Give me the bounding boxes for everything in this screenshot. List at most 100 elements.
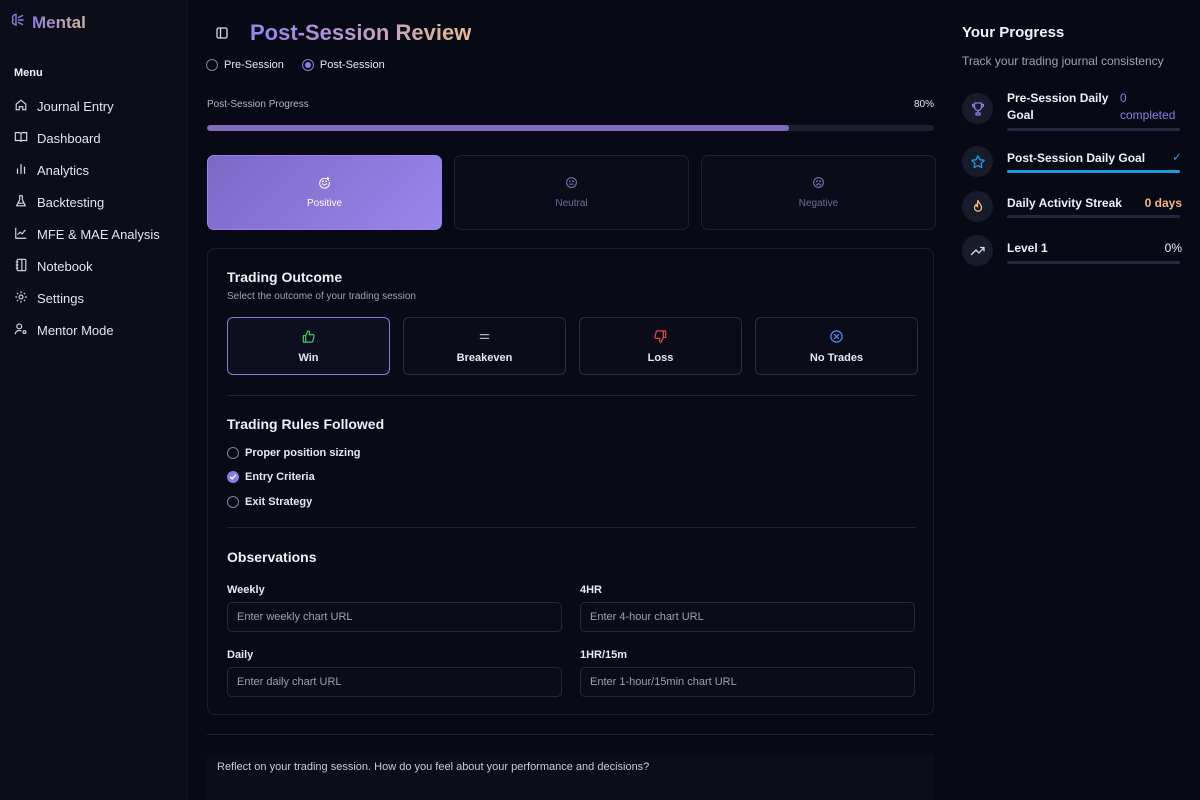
goal-progress-bar (1007, 128, 1180, 131)
equals-icon (477, 329, 492, 347)
meh-icon (565, 176, 578, 192)
rule-exit-strategy-checkbox[interactable]: Exit Strategy (227, 496, 312, 508)
sidebar-item-backtesting[interactable]: Backtesting (0, 186, 188, 218)
mood-negative-button[interactable]: Negative (701, 155, 936, 230)
sidebar-item-label: Settings (37, 290, 84, 306)
sidebar-item-label: MFE & MAE Analysis (37, 226, 160, 242)
frown-icon (812, 176, 825, 192)
sidebar-nav: Journal Entry Dashboard Analytics Backte… (0, 90, 188, 346)
mood-label: Neutral (555, 198, 588, 209)
goal-status: 0 days (1144, 196, 1182, 210)
thumbs-down-icon (653, 329, 668, 347)
sidebar-item-dashboard[interactable]: Dashboard (0, 122, 188, 154)
progress-bar-fill (207, 125, 789, 131)
sidebar-item-label: Mentor Mode (37, 322, 114, 338)
outcome-loss-button[interactable]: Loss (579, 317, 742, 375)
sidebar-item-label: Analytics (37, 162, 90, 178)
daily-chart-url-input[interactable] (227, 667, 562, 697)
mood-neutral-button[interactable]: Neutral (454, 155, 689, 230)
checkbox-unchecked[interactable] (227, 496, 239, 508)
goal-progress-bar (1007, 261, 1180, 264)
progress-label: Post-Session Progress (207, 99, 309, 110)
sidebar-item-mentor-mode[interactable]: Mentor Mode (0, 314, 188, 346)
radio-label: Post-Session (319, 59, 385, 71)
progress-panel-title: Your Progress (962, 24, 1065, 41)
goal-label: Level 1 (1007, 241, 1048, 255)
mood-positive-button[interactable]: Positive (207, 155, 442, 230)
goal-status: 0 completed (1120, 91, 1176, 122)
daily-field-label: Daily (227, 649, 254, 661)
radio-button-on[interactable] (301, 59, 314, 71)
line-chart-icon (14, 226, 28, 243)
section-divider (227, 527, 916, 528)
checkbox-checked[interactable] (227, 471, 239, 483)
sidebar-item-notebook[interactable]: Notebook (0, 250, 188, 282)
outcome-selector: Win Breakeven Loss No Trades (227, 317, 918, 375)
flame-icon (962, 191, 993, 222)
weekly-field-label: Weekly (227, 584, 265, 596)
observations-title: Observations (227, 549, 317, 565)
sidebar-item-journal-entry[interactable]: Journal Entry (0, 90, 188, 122)
review-card: Trading Outcome Select the outcome of yo… (207, 248, 934, 715)
weekly-chart-url-input[interactable] (227, 602, 562, 632)
main-content: Post-Session Review Pre-Session Post-Ses… (188, 0, 948, 800)
bar-chart-icon (14, 162, 28, 179)
checkbox-unchecked[interactable] (227, 447, 239, 459)
outcome-win-button[interactable]: Win (227, 317, 390, 375)
sidebar-item-label: Journal Entry (37, 98, 114, 114)
level-progress: Level 1 0% (962, 234, 1182, 268)
notebook-icon (14, 258, 28, 275)
pre-session-goal: Pre-Session Daily Goal 0 completed (962, 91, 1182, 132)
sidebar-toggle-icon[interactable] (214, 25, 230, 41)
trophy-icon (962, 93, 993, 124)
section-divider (227, 395, 916, 396)
outcome-no-trades-button[interactable]: No Trades (755, 317, 918, 375)
progress-panel: Your Progress Track your trading journal… (948, 0, 1200, 800)
goal-progress-bar (1007, 215, 1180, 218)
rule-label: Exit Strategy (245, 496, 313, 508)
rule-position-sizing-checkbox[interactable]: Proper position sizing (227, 447, 361, 459)
goal-label: Post-Session Daily Goal (1007, 151, 1146, 165)
progress-percent: 80% (913, 99, 934, 110)
goal-status: 0% (1164, 241, 1182, 255)
mood-label: Negative (798, 198, 839, 209)
trading-outcome-title: Trading Outcome (227, 269, 343, 285)
smile-icon (318, 176, 331, 192)
sidebar-item-settings[interactable]: Settings (0, 282, 188, 314)
sidebar-item-analytics[interactable]: Analytics (0, 154, 188, 186)
1hr-15m-field-label: 1HR/15m (580, 649, 628, 661)
progress-bar (207, 125, 934, 131)
reflection-textarea[interactable] (207, 753, 934, 800)
brand[interactable]: Mental (10, 12, 86, 33)
check-icon: ✓ (1171, 150, 1182, 164)
section-divider (207, 734, 934, 735)
mood-label: Positive (306, 198, 342, 209)
trading-rules-title: Trading Rules Followed (227, 416, 385, 432)
rule-entry-criteria-checkbox[interactable]: Entry Criteria (227, 471, 315, 483)
menu-label: Menu (14, 67, 43, 79)
pre-session-radio[interactable]: Pre-Session (206, 59, 284, 71)
outcome-label: No Trades (809, 351, 864, 364)
star-icon (962, 146, 993, 177)
home-icon (14, 98, 28, 115)
book-open-icon (14, 130, 28, 147)
radio-label: Pre-Session (224, 59, 284, 71)
outcome-breakeven-button[interactable]: Breakeven (403, 317, 566, 375)
mood-selector: Positive Neutral Negative (207, 155, 936, 230)
sidebar-item-label: Backtesting (37, 194, 105, 210)
flask-icon (14, 194, 28, 211)
radio-button-off[interactable] (206, 59, 218, 71)
trending-up-icon (962, 235, 993, 266)
1hr-15m-chart-url-input[interactable] (580, 667, 915, 697)
post-session-radio[interactable]: Post-Session (301, 59, 385, 71)
brand-name: Mental (32, 12, 86, 32)
sidebar-item-label: Dashboard (37, 130, 101, 146)
brain-logo-icon (10, 12, 26, 33)
outcome-label: Win (298, 351, 319, 364)
sidebar-item-mfe-mae[interactable]: MFE & MAE Analysis (0, 218, 188, 250)
outcome-label: Breakeven (456, 351, 513, 364)
goal-progress-fill (1007, 170, 1180, 173)
rule-label: Entry Criteria (245, 471, 315, 483)
page-title: Post-Session Review (250, 20, 472, 45)
4hr-chart-url-input[interactable] (580, 602, 915, 632)
